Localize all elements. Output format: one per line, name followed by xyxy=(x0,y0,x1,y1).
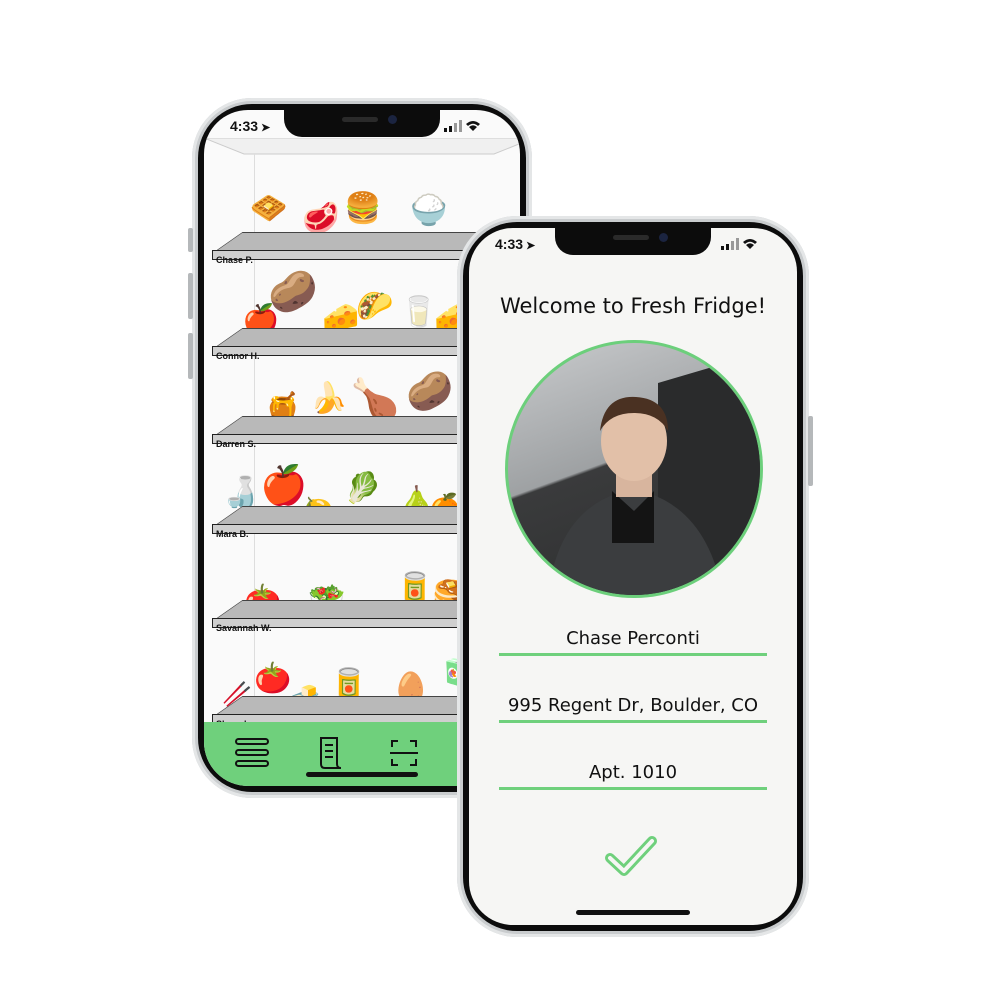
shelf-label: Darren S. xyxy=(216,439,257,449)
volume-up-button xyxy=(188,273,193,319)
receipt-icon[interactable] xyxy=(312,736,348,770)
shelf-label: Mara B. xyxy=(216,529,249,539)
status-bar: 4:33 ➤ xyxy=(204,110,520,140)
food-item: 🍅 xyxy=(254,661,292,696)
profile-phone: 4:33 ➤ Welcome to Fresh Fridge! Chase Per… xyxy=(457,216,813,937)
profile-screen: 4:33 ➤ Welcome to Fresh Fridge! Chase Per… xyxy=(469,228,797,925)
status-icons xyxy=(444,119,498,135)
food-item: 🥔 xyxy=(268,269,318,315)
shelf-label: Chase P. xyxy=(216,255,253,265)
food-item: 🍎 xyxy=(260,463,308,507)
food-item: 🍚 xyxy=(410,193,448,228)
apartment-field[interactable]: Apt. 1010 xyxy=(499,762,767,790)
mute-switch xyxy=(188,228,193,252)
signal-wifi-battery-icon xyxy=(444,120,480,132)
avatar[interactable] xyxy=(505,340,763,598)
name-field[interactable]: Chase Perconti xyxy=(499,628,767,656)
food-item: 🍔 xyxy=(344,191,382,226)
shelf-label: Savannah W. xyxy=(216,623,272,633)
home-indicator[interactable] xyxy=(576,910,690,915)
location-arrow-icon: ➤ xyxy=(526,240,536,252)
home-indicator[interactable] xyxy=(306,772,418,777)
confirm-check-icon[interactable] xyxy=(605,834,657,878)
power-button xyxy=(808,416,813,486)
status-icons xyxy=(721,237,775,253)
status-time: 4:33 ➤ xyxy=(495,236,536,252)
food-item: 🧇 xyxy=(250,191,288,226)
scan-icon[interactable] xyxy=(386,736,422,770)
food-item: 🥔 xyxy=(406,369,454,413)
status-time: 4:33 ➤ xyxy=(230,118,271,134)
address-field[interactable]: 995 Regent Dr, Boulder, CO xyxy=(499,695,767,723)
food-item: 🥩 xyxy=(302,201,340,236)
food-item: 🍗 xyxy=(350,377,400,423)
welcome-title: Welcome to Fresh Fridge! xyxy=(499,294,767,318)
profile-photo xyxy=(548,353,760,595)
food-item: 🍶 xyxy=(222,475,260,510)
menu-icon[interactable] xyxy=(234,736,270,770)
food-item: 🌮 xyxy=(356,289,394,324)
food-item: 🥬 xyxy=(344,471,382,506)
food-item: 🥛 xyxy=(400,295,438,330)
fridge-ceiling xyxy=(204,138,520,155)
status-bar: 4:33 ➤ xyxy=(469,228,797,258)
signal-wifi-battery-icon xyxy=(721,238,757,250)
volume-down-button xyxy=(188,333,193,379)
location-arrow-icon: ➤ xyxy=(261,122,271,134)
food-item: 🍌 xyxy=(310,381,348,416)
